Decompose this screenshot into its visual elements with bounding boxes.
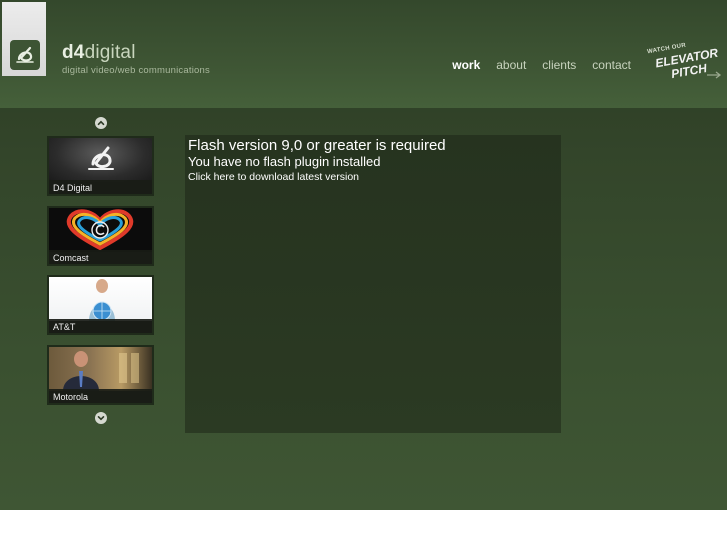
work-item-label: AT&T <box>53 322 76 332</box>
scroll-up-button[interactable] <box>95 117 107 129</box>
site-header: d4digital digital video/web communicatio… <box>0 0 727 108</box>
scroll-down-button[interactable] <box>95 412 107 424</box>
brand-name-bold: d4 <box>62 42 85 63</box>
motorola-thumbnail <box>49 347 152 391</box>
att-thumbnail <box>49 277 152 321</box>
flash-missing-message: You have no flash plugin installed <box>188 154 381 169</box>
brand-name[interactable]: d4digital <box>62 42 136 64</box>
brand-name-light: digital <box>84 42 136 63</box>
flash-content-panel: Flash version 9,0 or greater is required… <box>185 135 561 433</box>
chevron-down-icon <box>97 416 105 421</box>
work-item-motorola[interactable]: Motorola <box>47 345 154 405</box>
nav-item-contact[interactable]: contact <box>592 58 631 72</box>
work-item-att[interactable]: AT&T <box>47 275 154 335</box>
flash-required-title: Flash version 9,0 or greater is required <box>188 137 446 154</box>
logo-tile[interactable] <box>2 2 46 76</box>
download-flash-link[interactable]: Click here to download latest version <box>188 171 359 183</box>
person-with-globe-image <box>89 279 115 321</box>
comcast-logo-icon <box>66 209 134 251</box>
work-item-label: D4 Digital <box>53 183 93 193</box>
work-item-comcast[interactable]: Comcast <box>47 206 154 266</box>
elevator-pitch-button[interactable]: WATCH OUR ELEVATOR PITCH <box>643 43 723 86</box>
work-item-label: Motorola <box>53 392 89 402</box>
work-item-label: Comcast <box>53 253 89 263</box>
page: d4digital digital video/web communicatio… <box>0 0 727 510</box>
chevron-up-icon <box>97 120 105 126</box>
d4-logo-icon <box>88 146 114 170</box>
d4-digital-thumbnail <box>49 138 152 182</box>
arrow-right-icon <box>707 71 722 79</box>
nav-item-clients[interactable]: clients <box>542 58 576 72</box>
comcast-thumbnail <box>49 208 152 252</box>
nav-item-about[interactable]: about <box>496 58 526 72</box>
d4-logo-icon <box>10 40 40 70</box>
brand-tagline: digital video/web communications <box>62 65 210 76</box>
man-in-office-image <box>63 351 139 391</box>
main-nav: work about clients contact <box>452 58 631 72</box>
nav-item-work[interactable]: work <box>452 58 480 72</box>
work-item-d4-digital[interactable]: D4 Digital <box>47 136 154 196</box>
